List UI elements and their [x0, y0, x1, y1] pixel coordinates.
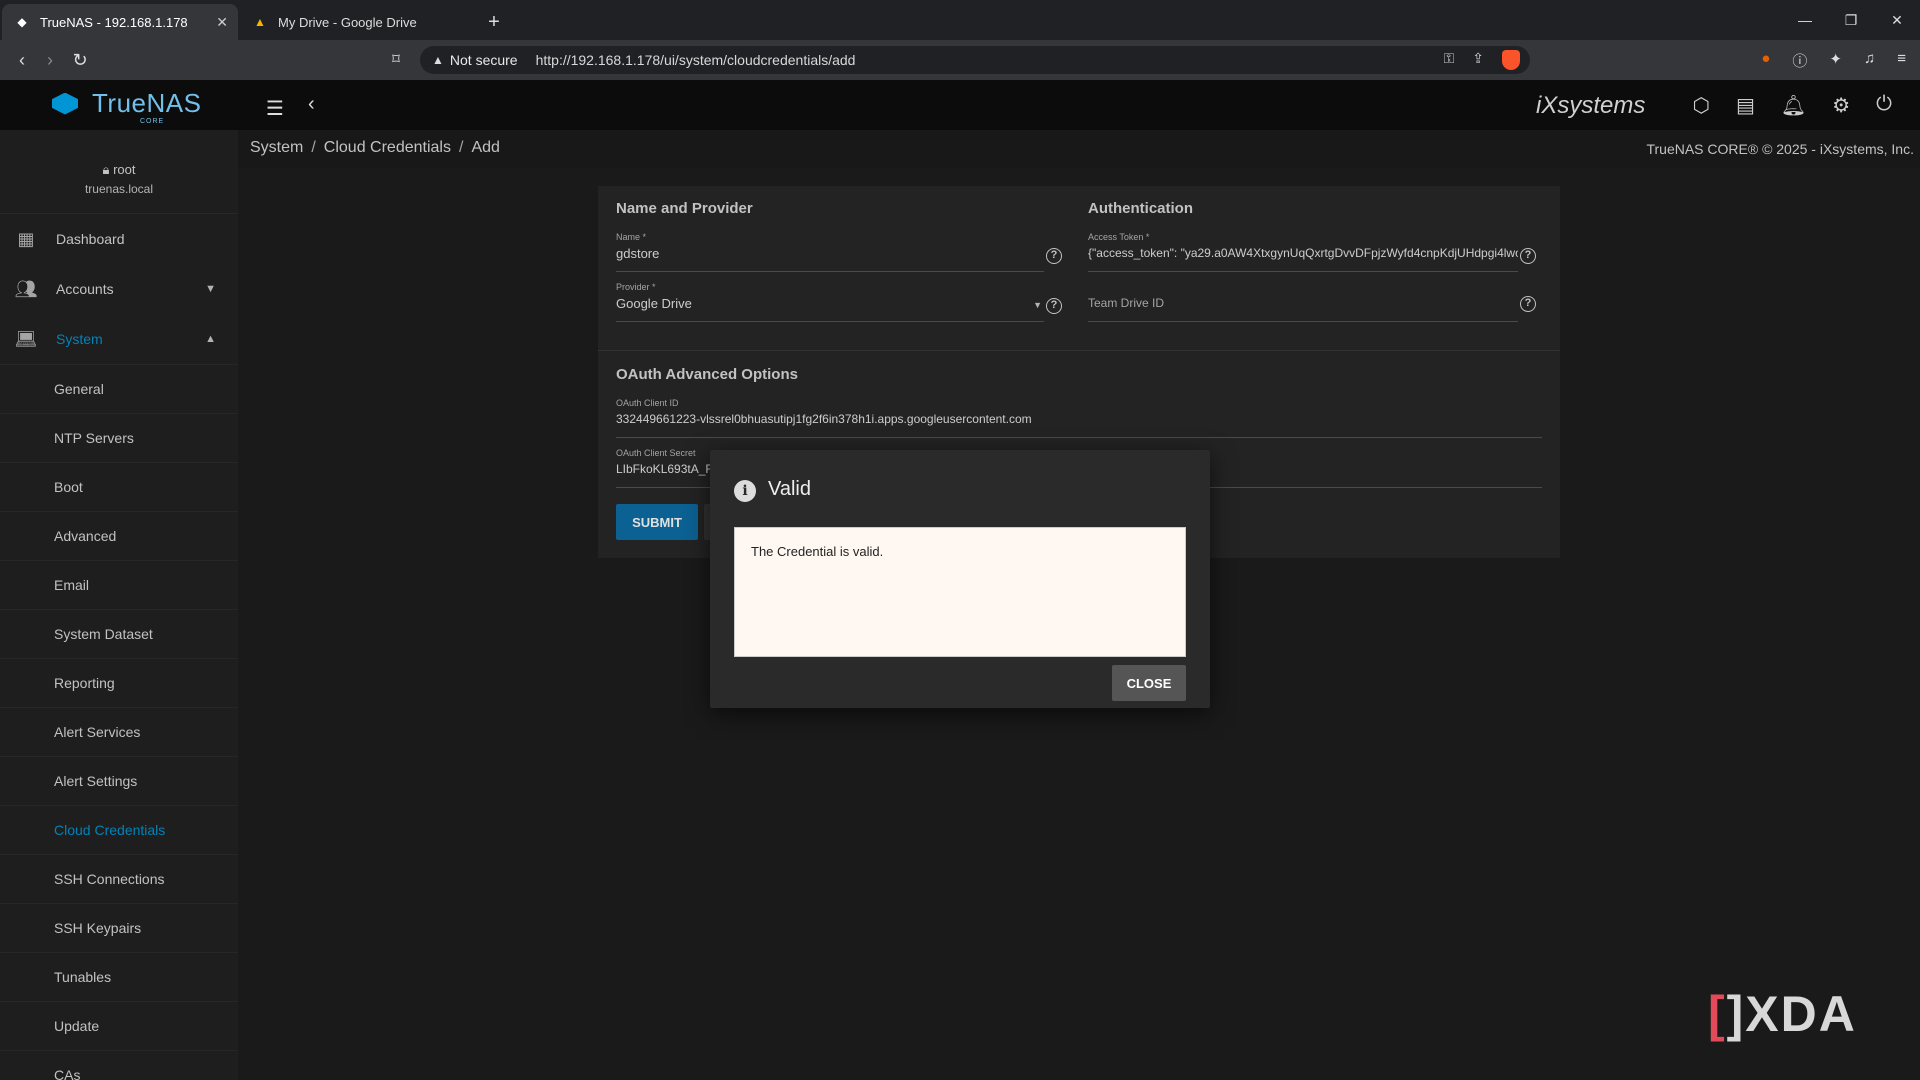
security-label: Not secure	[449, 52, 518, 68]
brave-shield-icon[interactable]	[1502, 50, 1520, 70]
url-field[interactable]: ▲ Not secure http://192.168.1.178/ui/sys…	[420, 46, 1530, 74]
media-icon[interactable]: ♫	[1864, 50, 1875, 71]
close-tab-icon[interactable]: ✕	[216, 14, 228, 31]
xda-watermark: []XDA	[1708, 986, 1857, 1042]
truenas-logo[interactable]: TrueNAS CORE	[48, 88, 202, 125]
hamburger-menu-icon[interactable]: ☰	[266, 96, 284, 121]
settings-gear-icon[interactable]: ⚙	[1832, 93, 1850, 118]
extension-info-icon[interactable]: ⓘ	[1792, 50, 1807, 71]
logo-name: TrueNAS	[92, 88, 202, 118]
info-icon: i	[734, 480, 756, 502]
tab-google-drive[interactable]: ▲ My Drive - Google Drive	[240, 4, 476, 40]
bookmark-icon[interactable]: ⌑	[384, 48, 408, 72]
dialog-message-box[interactable]: The Credential is valid.	[734, 527, 1186, 657]
window-controls: — ❐ ✕	[1782, 0, 1920, 40]
google-drive-favicon-icon: ▲	[254, 15, 266, 29]
address-bar: ‹ › ↻ ⌑ ▲ Not secure http://192.168.1.17…	[0, 40, 1920, 80]
url-text: http://192.168.1.178/ui/system/cloudcred…	[535, 52, 856, 68]
new-tab-icon[interactable]: +	[476, 4, 512, 40]
tab-title: My Drive - Google Drive	[278, 14, 417, 30]
truenas-favicon-icon: ◆	[17, 15, 27, 29]
share-icon[interactable]: ⇪	[1472, 50, 1484, 70]
notifications-bell-icon[interactable]: 🔔︎	[1781, 93, 1806, 118]
extension-fox-icon[interactable]: ●	[1761, 50, 1770, 71]
ixsystems-logo[interactable]: iXsystems	[1536, 92, 1645, 120]
tab-title: TrueNAS - 192.168.1.178	[40, 14, 188, 30]
collapse-sidebar-icon[interactable]: ‹	[308, 93, 315, 116]
dialog-title: Valid	[768, 478, 811, 500]
dialog-message: The Credential is valid.	[751, 544, 884, 559]
restore-icon[interactable]: ❐	[1828, 0, 1874, 40]
task-manager-icon[interactable]: ▤	[1736, 93, 1755, 118]
truecommand-icon[interactable]: ⬡	[1692, 93, 1709, 118]
minimize-icon[interactable]: —	[1782, 0, 1828, 40]
menu-icon[interactable]: ≡	[1897, 50, 1906, 71]
logo-sub: CORE	[140, 118, 165, 125]
forward-icon[interactable]: ›	[38, 48, 62, 72]
tab-truenas[interactable]: ◆ TrueNAS - 192.168.1.178 ✕	[2, 4, 238, 40]
close-button[interactable]: CLOSE	[1112, 665, 1186, 701]
valid-dialog: i Valid The Credential is valid. CLOSE	[710, 450, 1210, 708]
truenas-logo-icon	[48, 89, 86, 119]
power-icon[interactable]: ⏻	[1876, 93, 1892, 118]
back-icon[interactable]: ‹	[10, 48, 34, 72]
browser-tabbar: ◆ TrueNAS - 192.168.1.178 ✕ ▲ My Drive -…	[0, 0, 1920, 40]
warning-icon: ▲	[432, 53, 444, 67]
window-close-icon[interactable]: ✕	[1874, 0, 1920, 40]
app-topbar: TrueNAS CORE ☰ ‹ iXsystems ⬡ ▤ 🔔︎ ⚙ ⏻	[0, 80, 1920, 130]
extensions-puzzle-icon[interactable]: ✦	[1829, 50, 1842, 71]
key-icon[interactable]: ⚿	[1444, 50, 1455, 70]
reload-icon[interactable]: ↻	[68, 48, 92, 72]
